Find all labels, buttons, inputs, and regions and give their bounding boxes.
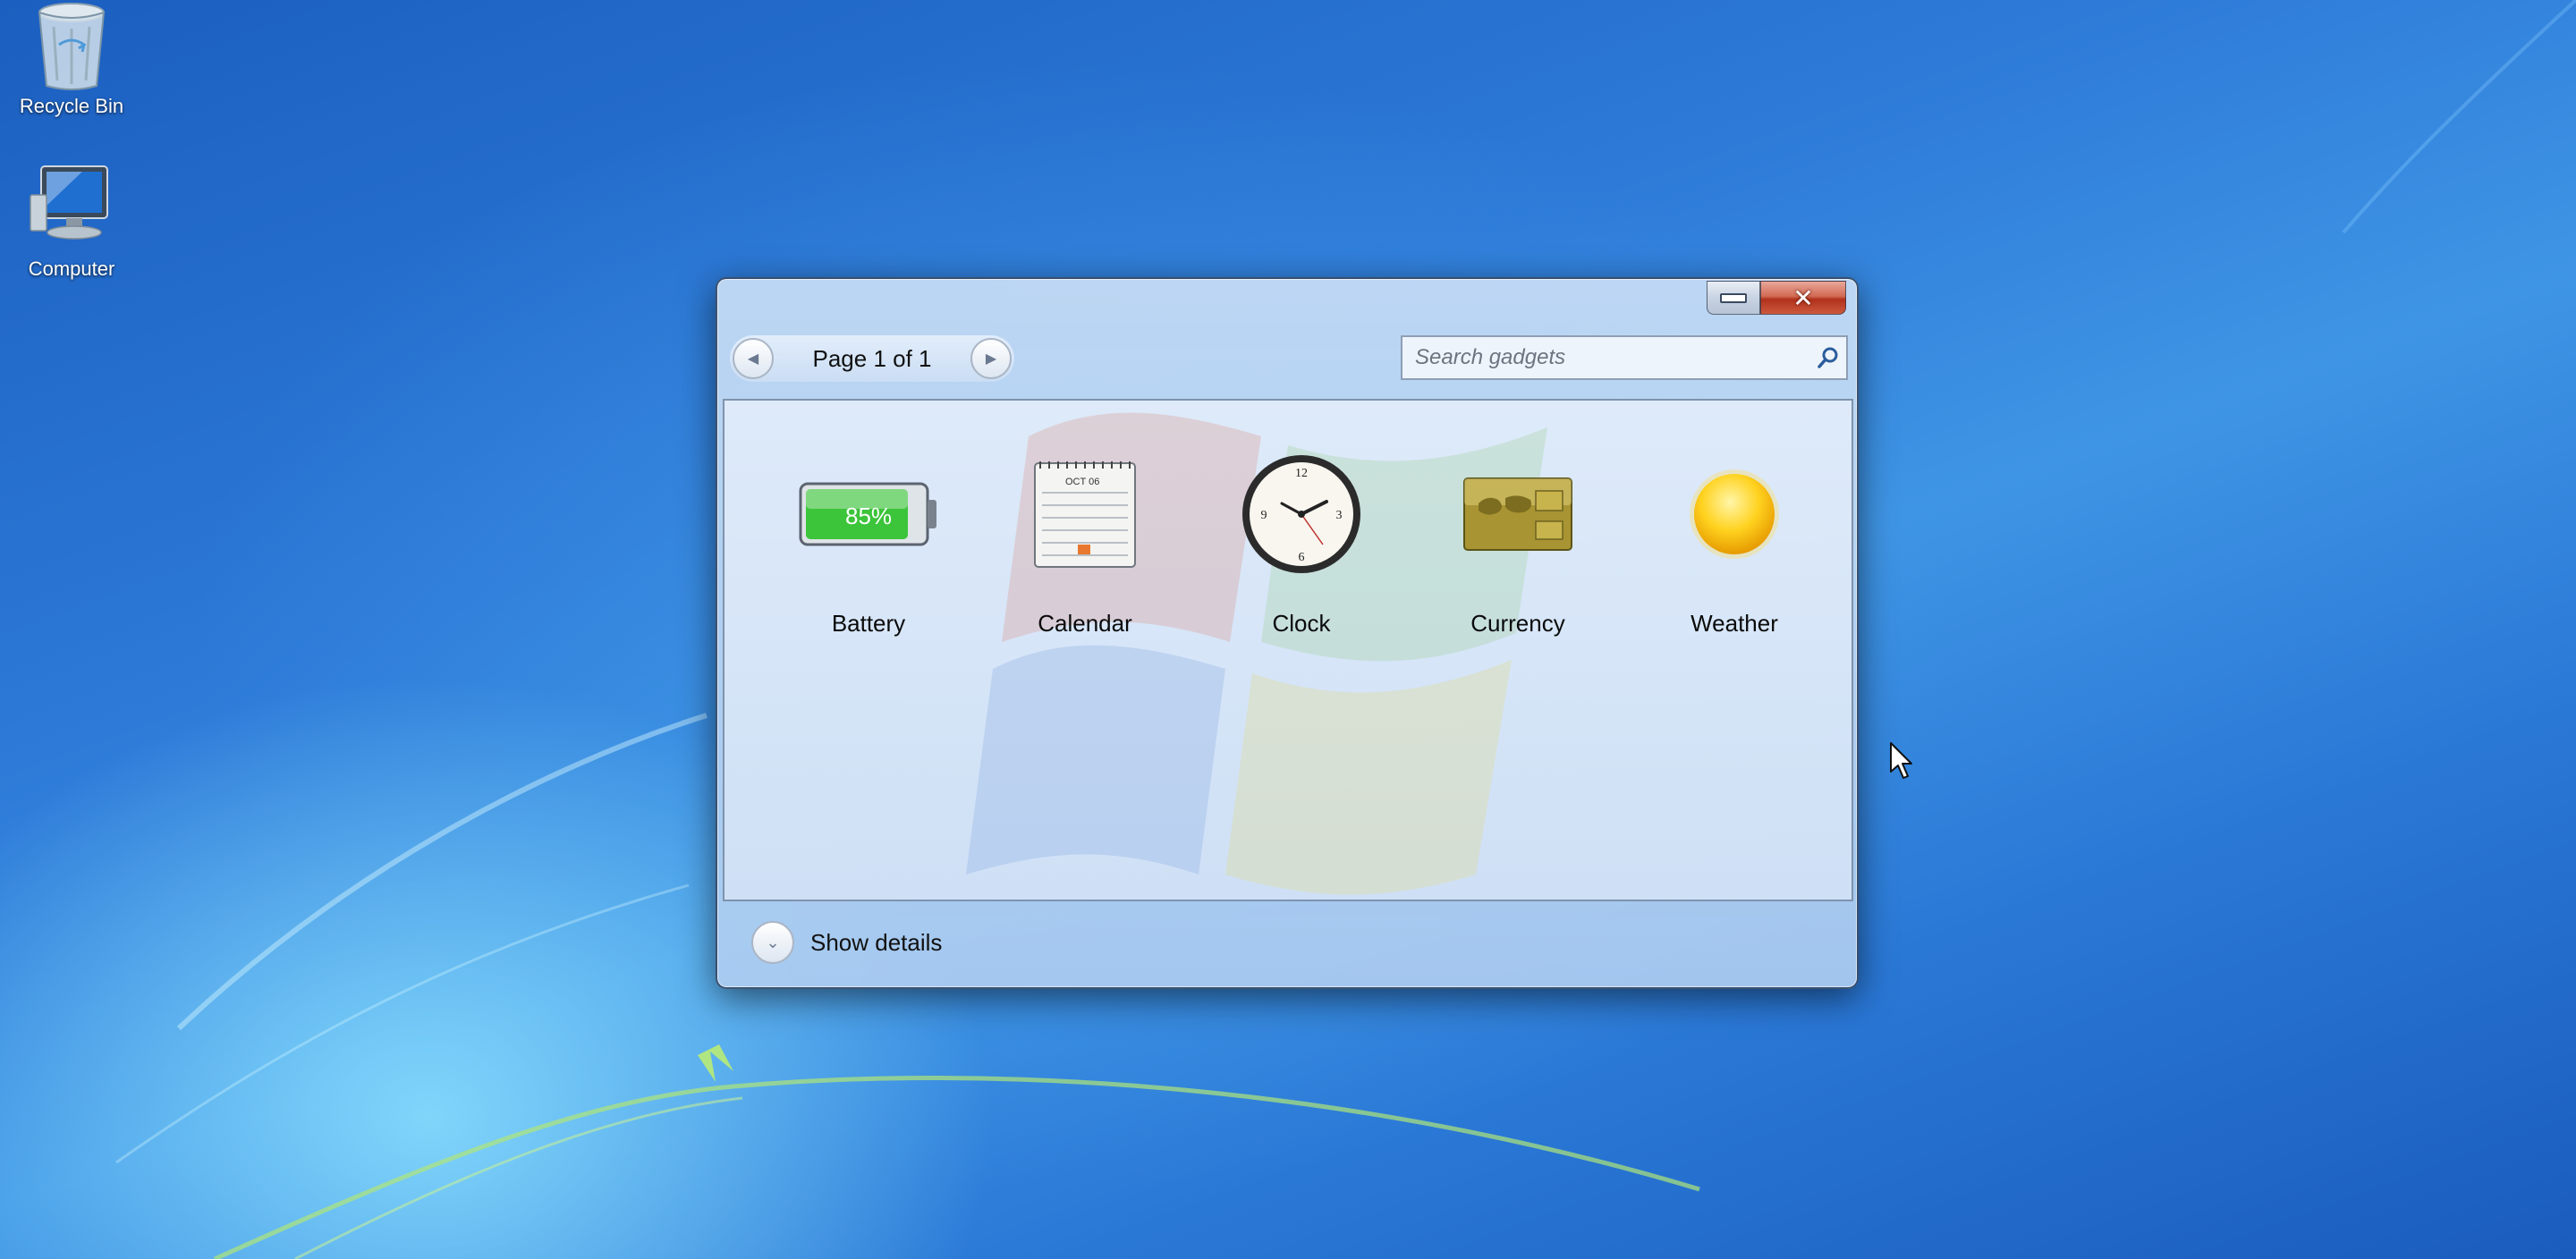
svg-text:9: 9 — [1261, 509, 1267, 522]
battery-level-label: 85% — [845, 503, 892, 529]
show-details-label: Show details — [810, 928, 943, 956]
calendar-icon: OCT 06 — [977, 447, 1193, 581]
gadget-name: Currency — [1470, 610, 1565, 637]
gadget-name: Weather — [1690, 610, 1778, 637]
mouse-cursor-icon — [1890, 742, 1912, 779]
weather-sun-icon — [1626, 447, 1843, 581]
close-icon: ✕ — [1792, 283, 1814, 312]
gadget-name: Battery — [831, 610, 906, 637]
svg-text:6: 6 — [1299, 551, 1305, 564]
minimize-icon — [1720, 292, 1747, 303]
gadget-grid: 85% Battery OCT 06 Calendar 12 3 6 9 Clo… — [760, 447, 1843, 638]
desktop-icon-label: Computer — [28, 258, 115, 280]
expand-details-button[interactable]: ⌄ — [751, 921, 794, 964]
desktop-icon-label: Recycle Bin — [19, 95, 124, 117]
calendar-month-label: OCT 06 — [1065, 477, 1099, 487]
search-icon[interactable] — [1810, 346, 1846, 369]
show-details-toggle[interactable]: ⌄ Show details — [751, 921, 942, 964]
svg-text:3: 3 — [1336, 509, 1343, 522]
recycle-bin-icon — [29, 0, 114, 90]
chevron-left-icon: ◀ — [747, 351, 759, 367]
next-page-button[interactable]: ▶ — [970, 338, 1012, 379]
previous-page-button[interactable]: ◀ — [733, 338, 774, 379]
desktop-icon-recycle-bin[interactable]: Recycle Bin — [0, 0, 143, 118]
gadget-calendar[interactable]: OCT 06 Calendar — [977, 447, 1193, 638]
close-button[interactable]: ✕ — [1760, 281, 1846, 315]
minimize-button[interactable] — [1707, 281, 1760, 315]
gadget-gallery-window: ✕ ◀ Page 1 of 1 ▶ Search gadgets 85% Bat… — [716, 277, 1859, 989]
window-controls: ✕ — [1707, 281, 1846, 315]
gadget-name: Calendar — [1038, 610, 1132, 637]
gadget-list-panel: 85% Battery OCT 06 Calendar 12 3 6 9 Clo… — [723, 399, 1853, 901]
currency-icon — [1410, 447, 1626, 581]
gadget-battery[interactable]: 85% Battery — [760, 447, 977, 638]
chevron-down-icon: ⌄ — [766, 933, 780, 951]
computer-icon — [29, 163, 114, 252]
clock-icon: 12 3 6 9 — [1193, 447, 1410, 581]
desktop-icon-computer[interactable]: Computer — [0, 163, 143, 281]
gadget-currency[interactable]: Currency — [1410, 447, 1626, 638]
gadget-name: Clock — [1272, 610, 1331, 637]
gadget-weather[interactable]: Weather — [1626, 447, 1843, 638]
battery-icon: 85% — [760, 447, 977, 581]
page-navigator: ◀ Page 1 of 1 ▶ — [730, 335, 1014, 382]
search-input[interactable] — [1402, 339, 1810, 376]
gadget-clock[interactable]: 12 3 6 9 Clock — [1193, 447, 1410, 638]
search-box — [1401, 335, 1848, 380]
page-indicator: Page 1 of 1 — [812, 344, 932, 372]
svg-text:12: 12 — [1295, 467, 1308, 480]
chevron-right-icon: ▶ — [985, 351, 997, 367]
